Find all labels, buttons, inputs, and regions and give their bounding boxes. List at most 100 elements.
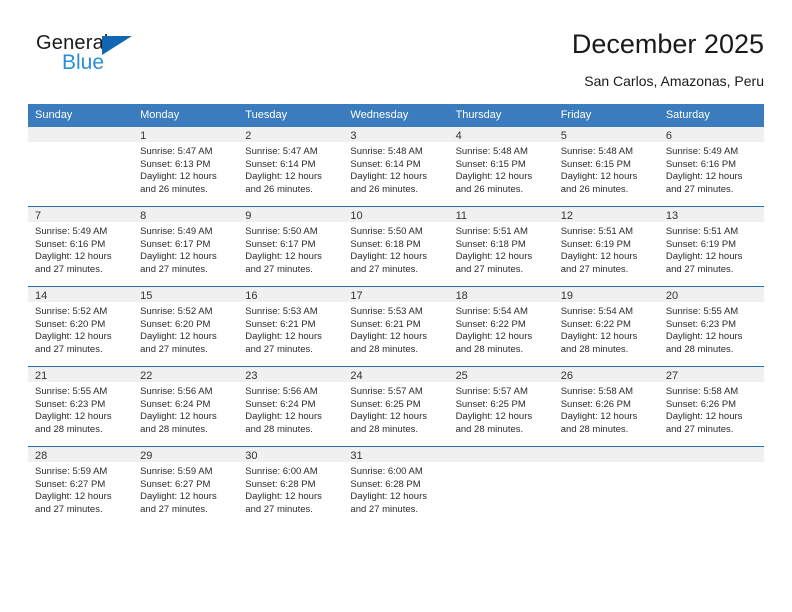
sunrise-text: Sunrise: 5:58 AM (560, 386, 634, 397)
sunset-text: Sunset: 6:15 PM (455, 158, 526, 170)
calendar-day-cell[interactable]: 28 Sunrise: 5:59 AM Sunset: 6:27 PM Dayligh… (28, 447, 134, 527)
logo-triangle-icon (102, 36, 132, 55)
sunset-text: Sunset: 6:26 PM (665, 398, 737, 410)
day-number: 17 (343, 287, 449, 302)
calendar-day-cell[interactable]: 2 Sunrise: 5:47 AM Sunset: 6:14 PM Daylight… (238, 127, 344, 207)
day-details: Sunrise: 5:47 AM Sunset: 6:14 PM Daylight:… (238, 142, 343, 196)
daylight-text: Daylight: 12 hours (350, 331, 427, 343)
day-number (448, 447, 554, 462)
sunset-text: Sunset: 6:28 PM (350, 478, 421, 490)
sunrise-text: Sunrise: 5:59 AM (140, 466, 213, 477)
calendar-day-cell[interactable]: 1 Sunrise: 5:47 AM Sunset: 6:13 PM Daylight… (133, 127, 239, 207)
daylight-text: Daylight: 12 hours (140, 331, 217, 343)
calendar-day-cell[interactable]: 20 Sunrise: 5:55 AM Sunset: 6:23 PM Dayligh… (658, 286, 764, 367)
daylight-text: Daylight: 12 hours (455, 331, 533, 343)
daylight-text-cont: and 26 minutes. (245, 183, 313, 195)
sunrise-text: Sunrise: 5:48 AM (560, 146, 634, 157)
calendar-day-cell[interactable]: 22 Sunrise: 5:56 AM Sunset: 6:24 PM Dayligh… (133, 366, 239, 447)
day-number: 13 (658, 207, 764, 222)
calendar-day-cell[interactable]: 9 Sunrise: 5:50 AM Sunset: 6:17 PM Daylight… (238, 206, 344, 287)
sunset-text: Sunset: 6:22 PM (455, 318, 526, 330)
day-number: 20 (658, 287, 764, 302)
day-number: 22 (133, 367, 239, 382)
sunset-text: Sunset: 6:14 PM (245, 158, 316, 170)
calendar-day-cell[interactable]: 25 Sunrise: 5:57 AM Sunset: 6:25 PM Dayligh… (448, 366, 554, 447)
calendar-day-cell[interactable]: 23 Sunrise: 5:56 AM Sunset: 6:24 PM Dayligh… (238, 366, 344, 447)
calendar-day-cell[interactable]: 4 Sunrise: 5:48 AM Sunset: 6:15 PM Daylight… (448, 127, 554, 207)
calendar-day-cell[interactable]: 30 Sunrise: 6:00 AM Sunset: 6:28 PM Dayligh… (238, 447, 344, 527)
calendar-day-cell[interactable]: 18 Sunrise: 5:54 AM Sunset: 6:22 PM Dayligh… (448, 286, 554, 367)
sunrise-text: Sunrise: 5:57 AM (455, 386, 528, 397)
daylight-text-cont: and 27 minutes. (665, 423, 734, 435)
daylight-text-cont: and 27 minutes. (665, 263, 734, 275)
day-number: 31 (343, 447, 449, 462)
daylight-text: Daylight: 12 hours (35, 251, 112, 263)
calendar-day-cell[interactable]: 24 Sunrise: 5:57 AM Sunset: 6:25 PM Dayligh… (343, 366, 449, 447)
calendar-page: General Blue December 2025 San Carlos, A… (0, 0, 792, 612)
daylight-text-cont: and 27 minutes. (35, 263, 103, 275)
day-number: 4 (448, 127, 554, 142)
daylight-text: Daylight: 12 hours (665, 251, 743, 263)
calendar-day-cell[interactable]: 8 Sunrise: 5:49 AM Sunset: 6:17 PM Daylight… (133, 206, 239, 287)
sunset-text: Sunset: 6:19 PM (560, 238, 631, 250)
sunrise-text: Sunrise: 5:48 AM (455, 146, 528, 157)
sunrise-text: Sunrise: 5:50 AM (350, 226, 423, 237)
daylight-text: Daylight: 12 hours (665, 411, 743, 423)
day-number: 23 (238, 367, 344, 382)
daylight-text-cont: and 27 minutes. (245, 263, 313, 275)
day-details: Sunrise: 5:49 AM Sunset: 6:16 PM Daylight:… (659, 142, 764, 196)
sunrise-text: Sunrise: 5:59 AM (35, 466, 108, 477)
calendar-day-cell[interactable]: 27 Sunrise: 5:58 AM Sunset: 6:26 PM Dayligh… (658, 366, 764, 447)
daylight-text-cont: and 27 minutes. (455, 263, 524, 275)
sunrise-text: Sunrise: 5:58 AM (665, 386, 739, 397)
day-number: 3 (343, 127, 449, 142)
daylight-text: Daylight: 12 hours (560, 331, 638, 343)
daylight-text-cont: and 27 minutes. (35, 343, 103, 355)
day-details: Sunrise: 5:55 AM Sunset: 6:23 PM Daylight:… (659, 302, 764, 356)
calendar-day-cell[interactable]: 13 Sunrise: 5:51 AM Sunset: 6:19 PM Dayligh… (658, 206, 764, 287)
daylight-text: Daylight: 12 hours (455, 251, 533, 263)
calendar-week-row: 7 Sunrise: 5:49 AM Sunset: 6:16 PM Daylight… (28, 206, 764, 287)
weekday-header-thursday: Thursday (448, 104, 554, 127)
daylight-text: Daylight: 12 hours (245, 251, 322, 263)
calendar-day-cell[interactable]: 7 Sunrise: 5:49 AM Sunset: 6:16 PM Daylight… (28, 206, 134, 287)
calendar-day-cell[interactable]: 15 Sunrise: 5:52 AM Sunset: 6:20 PM Dayligh… (133, 286, 239, 367)
sunset-text: Sunset: 6:14 PM (350, 158, 421, 170)
day-details: Sunrise: 5:48 AM Sunset: 6:14 PM Daylight:… (343, 142, 448, 196)
day-details: Sunrise: 5:53 AM Sunset: 6:21 PM Daylight:… (238, 302, 343, 356)
day-details: Sunrise: 5:59 AM Sunset: 6:27 PM Daylight:… (133, 462, 238, 516)
day-number: 5 (553, 127, 659, 142)
day-details: Sunrise: 5:57 AM Sunset: 6:25 PM Daylight:… (343, 382, 448, 436)
day-details: Sunrise: 5:50 AM Sunset: 6:17 PM Daylight:… (238, 222, 343, 276)
calendar-day-cell[interactable]: 17 Sunrise: 5:53 AM Sunset: 6:21 PM Dayligh… (343, 286, 449, 367)
calendar-day-cell[interactable]: 5 Sunrise: 5:48 AM Sunset: 6:15 PM Daylight… (553, 127, 659, 207)
calendar-day-cell[interactable]: 14 Sunrise: 5:52 AM Sunset: 6:20 PM Dayligh… (28, 286, 134, 367)
daylight-text-cont: and 27 minutes. (245, 503, 313, 515)
calendar-day-cell[interactable]: 19 Sunrise: 5:54 AM Sunset: 6:22 PM Dayligh… (553, 286, 659, 367)
daylight-text: Daylight: 12 hours (140, 251, 217, 263)
sunset-text: Sunset: 6:15 PM (560, 158, 631, 170)
sunrise-text: Sunrise: 5:49 AM (35, 226, 108, 237)
daylight-text-cont: and 28 minutes. (665, 343, 734, 355)
weekday-header-monday: Monday (133, 104, 239, 127)
calendar-day-cell-empty (553, 447, 659, 527)
calendar-day-cell[interactable]: 11 Sunrise: 5:51 AM Sunset: 6:18 PM Dayligh… (448, 206, 554, 287)
calendar-day-cell[interactable]: 31 Sunrise: 6:00 AM Sunset: 6:28 PM Dayligh… (343, 447, 449, 527)
calendar-day-cell[interactable]: 12 Sunrise: 5:51 AM Sunset: 6:19 PM Dayligh… (553, 206, 659, 287)
calendar-day-cell[interactable]: 6 Sunrise: 5:49 AM Sunset: 6:16 PM Daylight… (658, 127, 764, 207)
general-blue-logo[interactable]: General Blue (36, 32, 156, 84)
sunset-text: Sunset: 6:24 PM (245, 398, 316, 410)
calendar-day-cell[interactable]: 29 Sunrise: 5:59 AM Sunset: 6:27 PM Dayligh… (133, 447, 239, 527)
calendar-day-cell[interactable]: 3 Sunrise: 5:48 AM Sunset: 6:14 PM Daylight… (343, 127, 449, 207)
calendar-day-cell[interactable]: 10 Sunrise: 5:50 AM Sunset: 6:18 PM Dayligh… (343, 206, 449, 287)
calendar-day-cell[interactable]: 16 Sunrise: 5:53 AM Sunset: 6:21 PM Dayligh… (238, 286, 344, 367)
sunrise-text: Sunrise: 5:49 AM (140, 226, 213, 237)
weekday-header-sunday: Sunday (28, 104, 134, 127)
daylight-text: Daylight: 12 hours (350, 491, 427, 503)
sunrise-text: Sunrise: 5:47 AM (245, 146, 318, 157)
day-number (28, 127, 134, 142)
calendar-day-cell[interactable]: 21 Sunrise: 5:55 AM Sunset: 6:23 PM Dayligh… (28, 366, 134, 447)
calendar-day-cell[interactable]: 26 Sunrise: 5:58 AM Sunset: 6:26 PM Dayligh… (553, 366, 659, 447)
day-number: 19 (553, 287, 659, 302)
sunrise-text: Sunrise: 5:56 AM (245, 386, 318, 397)
